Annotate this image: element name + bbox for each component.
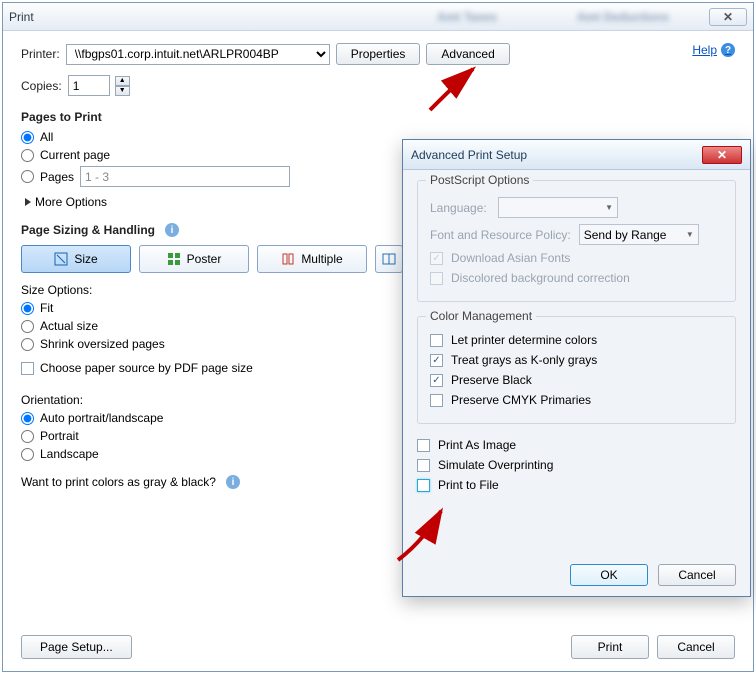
multiple-icon bbox=[281, 252, 295, 266]
language-label: Language: bbox=[430, 201, 490, 215]
preserve-black-checkbox[interactable]: ✓ bbox=[430, 374, 443, 387]
page-setup-button[interactable]: Page Setup... bbox=[21, 635, 132, 659]
pages-current-radio[interactable] bbox=[21, 149, 34, 162]
preserve-cmyk-checkbox[interactable] bbox=[430, 394, 443, 407]
poster-icon bbox=[167, 252, 181, 266]
portrait-radio[interactable] bbox=[21, 430, 34, 443]
help-icon: ? bbox=[721, 43, 735, 57]
info-icon[interactable]: i bbox=[226, 475, 240, 489]
postscript-options-group: PostScript Options Language: ▼ Font and … bbox=[417, 180, 736, 302]
auto-orientation-radio[interactable] bbox=[21, 412, 34, 425]
printer-label: Printer: bbox=[21, 47, 60, 61]
discolored-bg-checkbox bbox=[430, 272, 443, 285]
size-icon bbox=[54, 252, 68, 266]
adv-title: Advanced Print Setup bbox=[411, 148, 527, 162]
adv-ok-button[interactable]: OK bbox=[570, 564, 648, 586]
disclosure-triangle-icon bbox=[25, 198, 31, 206]
print-to-file-checkbox[interactable] bbox=[417, 479, 430, 492]
print-dialog: Print Amt Taxes Amt Deductions ✕ Help ? … bbox=[2, 2, 754, 672]
pages-range-radio[interactable] bbox=[21, 170, 34, 183]
adv-close-button[interactable]: ✕ bbox=[702, 146, 742, 164]
properties-button[interactable]: Properties bbox=[336, 43, 421, 65]
adv-cancel-button[interactable]: Cancel bbox=[658, 564, 736, 586]
pages-range-input[interactable] bbox=[80, 166, 290, 187]
actual-size-radio[interactable] bbox=[21, 320, 34, 333]
simulate-overprinting-checkbox[interactable] bbox=[417, 459, 430, 472]
font-policy-label: Font and Resource Policy: bbox=[430, 228, 571, 242]
print-as-image-checkbox[interactable] bbox=[417, 439, 430, 452]
choose-paper-checkbox[interactable] bbox=[21, 362, 34, 375]
help-link[interactable]: Help ? bbox=[692, 43, 735, 57]
copies-input[interactable] bbox=[68, 75, 110, 96]
window-close-button[interactable]: ✕ bbox=[709, 8, 747, 26]
fit-radio[interactable] bbox=[21, 302, 34, 315]
language-select: ▼ bbox=[498, 197, 618, 218]
shrink-radio[interactable] bbox=[21, 338, 34, 351]
treat-grays-checkbox[interactable]: ✓ bbox=[430, 354, 443, 367]
color-management-group: Color Management Let printer determine c… bbox=[417, 316, 736, 424]
size-tab[interactable]: Size bbox=[21, 245, 131, 273]
close-icon: ✕ bbox=[723, 10, 733, 24]
print-button[interactable]: Print bbox=[571, 635, 649, 659]
landscape-radio[interactable] bbox=[21, 448, 34, 461]
window-title: Print bbox=[9, 10, 34, 24]
copies-label: Copies: bbox=[21, 79, 62, 93]
multiple-tab[interactable]: Multiple bbox=[257, 245, 367, 273]
close-icon: ✕ bbox=[717, 148, 727, 162]
adv-titlebar: Advanced Print Setup ✕ bbox=[403, 140, 750, 170]
copies-spinner[interactable]: ▲ ▼ bbox=[115, 76, 130, 96]
printer-select[interactable]: \\fbgps01.corp.intuit.net\ARLPR004BP bbox=[66, 44, 330, 65]
let-printer-colors-checkbox[interactable] bbox=[430, 334, 443, 347]
booklet-tab[interactable] bbox=[375, 245, 403, 273]
booklet-icon bbox=[382, 252, 396, 266]
font-policy-select[interactable]: Send by Range▼ bbox=[579, 224, 699, 245]
background-blur-text: Amt Taxes Amt Deductions bbox=[437, 10, 669, 24]
advanced-button[interactable]: Advanced bbox=[426, 43, 509, 65]
annotation-arrow bbox=[393, 505, 463, 568]
download-asian-fonts-checkbox: ✓ bbox=[430, 252, 443, 265]
info-icon[interactable]: i bbox=[165, 223, 179, 237]
chevron-down-icon: ▼ bbox=[686, 230, 694, 239]
grayscale-question: Want to print colors as gray & black? bbox=[21, 475, 216, 489]
poster-tab[interactable]: Poster bbox=[139, 245, 249, 273]
cancel-button[interactable]: Cancel bbox=[657, 635, 735, 659]
titlebar: Print Amt Taxes Amt Deductions ✕ bbox=[3, 3, 753, 31]
advanced-print-setup-dialog: Advanced Print Setup ✕ PostScript Option… bbox=[402, 139, 751, 597]
pages-to-print-header: Pages to Print bbox=[21, 110, 735, 124]
spinner-down-icon[interactable]: ▼ bbox=[115, 86, 130, 96]
spinner-up-icon[interactable]: ▲ bbox=[115, 76, 130, 86]
pages-all-radio[interactable] bbox=[21, 131, 34, 144]
